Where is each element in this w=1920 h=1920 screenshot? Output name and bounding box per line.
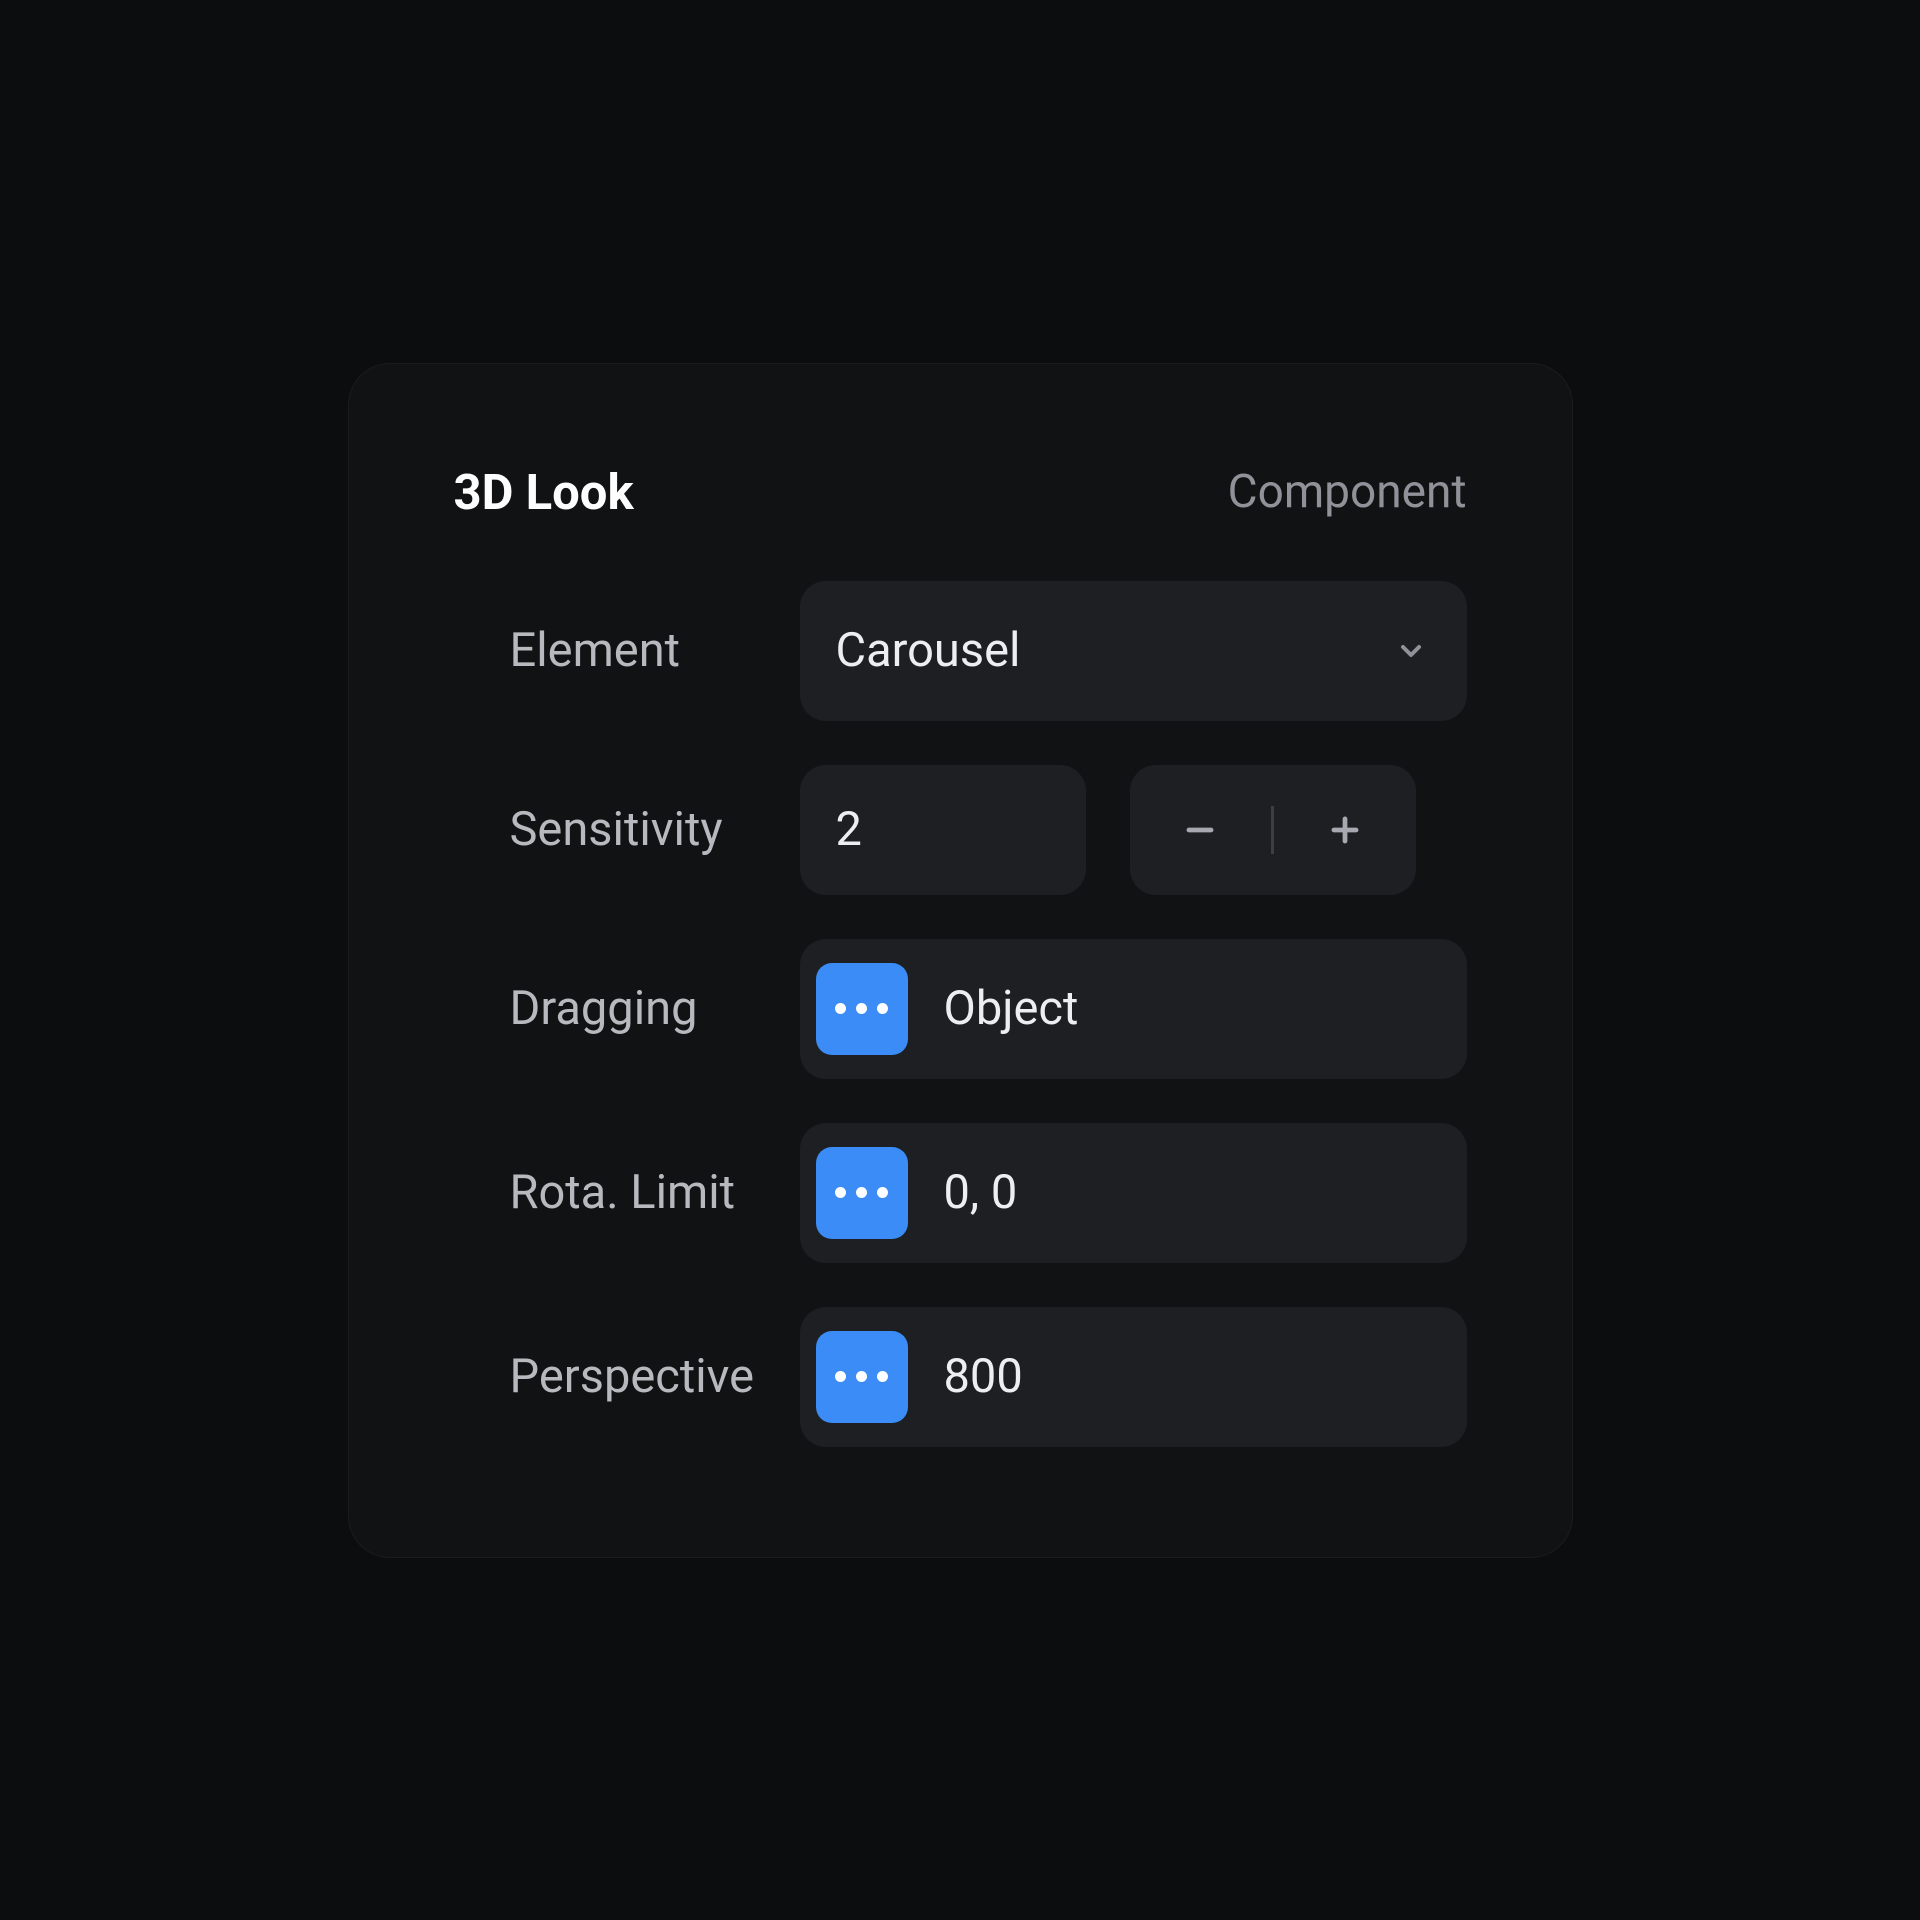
row-rota-limit: Rota. Limit 0, 0 [454,1123,1467,1263]
perspective-value: 800 [944,1349,1023,1404]
ellipsis-icon [835,1371,888,1382]
dragging-input[interactable]: Object [800,939,1467,1079]
chevron-down-icon [1395,635,1427,667]
properties-panel: 3D Look Component Element Carousel Sensi… [348,363,1573,1558]
ellipsis-icon [835,1003,888,1014]
element-label: Element [454,623,764,678]
dragging-label: Dragging [454,981,764,1036]
row-sensitivity: Sensitivity 2 [454,765,1467,895]
element-select[interactable]: Carousel [800,581,1467,721]
sensitivity-value: 2 [836,802,862,857]
row-perspective: Perspective 800 [454,1307,1467,1447]
variable-chip[interactable] [816,1147,908,1239]
sensitivity-stepper [1130,765,1416,895]
dragging-value: Object [944,981,1079,1036]
perspective-label: Perspective [454,1349,764,1404]
element-select-value: Carousel [836,623,1021,678]
panel-title: 3D Look [454,464,634,521]
panel-header: 3D Look Component [454,464,1467,521]
sensitivity-input[interactable]: 2 [800,765,1086,895]
panel-type-label: Component [1228,465,1467,519]
row-element: Element Carousel [454,581,1467,721]
rota-limit-label: Rota. Limit [454,1165,764,1220]
increment-button[interactable] [1274,765,1416,895]
variable-chip[interactable] [816,1331,908,1423]
perspective-input[interactable]: 800 [800,1307,1467,1447]
decrement-button[interactable] [1130,765,1272,895]
rota-limit-value: 0, 0 [944,1165,1018,1220]
sensitivity-label: Sensitivity [454,802,764,857]
variable-chip[interactable] [816,963,908,1055]
rota-limit-input[interactable]: 0, 0 [800,1123,1467,1263]
ellipsis-icon [835,1187,888,1198]
row-dragging: Dragging Object [454,939,1467,1079]
